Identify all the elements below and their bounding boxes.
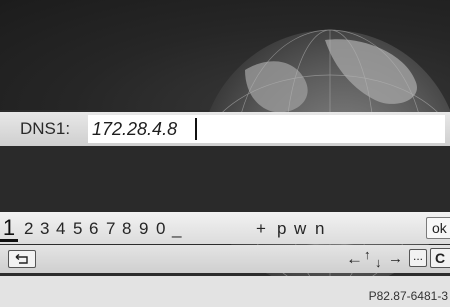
background-middle: [0, 146, 450, 212]
clear-button[interactable]: C: [430, 248, 450, 268]
char-key[interactable]: 0: [156, 219, 165, 239]
ok-button[interactable]: ok: [426, 217, 450, 239]
dns-label: DNS1:: [20, 119, 71, 138]
char-key[interactable]: 9: [139, 219, 148, 239]
dns-input-value[interactable]: 172.28.4.8: [92, 117, 177, 141]
char-key-plus[interactable]: +: [256, 219, 266, 239]
char-key-n[interactable]: n: [315, 219, 324, 239]
char-key[interactable]: 5: [73, 219, 82, 239]
char-key[interactable]: 3: [40, 219, 49, 239]
char-key-p[interactable]: p: [277, 219, 286, 239]
character-bar: [0, 212, 450, 244]
cursor-left-icon[interactable]: ←: [346, 248, 363, 270]
cursor-down-icon[interactable]: ↓: [375, 252, 382, 274]
char-key-underscore[interactable]: _: [172, 219, 181, 239]
char-key[interactable]: 8: [122, 219, 131, 239]
char-key[interactable]: 2: [24, 219, 33, 239]
input-toolbar: [0, 245, 450, 273]
char-key[interactable]: 6: [89, 219, 98, 239]
more-characters-button[interactable]: ...: [409, 249, 427, 267]
text-cursor: [195, 118, 197, 140]
cursor-right-icon[interactable]: →: [388, 248, 403, 270]
back-button[interactable]: [8, 250, 36, 268]
char-key-w[interactable]: w: [294, 219, 306, 239]
char-key-selected[interactable]: 1: [0, 214, 18, 242]
back-icon: [15, 254, 28, 264]
char-key[interactable]: 4: [56, 219, 65, 239]
image-reference-code: P82.87-6481-3: [368, 289, 448, 303]
cursor-up-icon[interactable]: ↑: [364, 244, 371, 266]
char-key[interactable]: 7: [106, 219, 115, 239]
